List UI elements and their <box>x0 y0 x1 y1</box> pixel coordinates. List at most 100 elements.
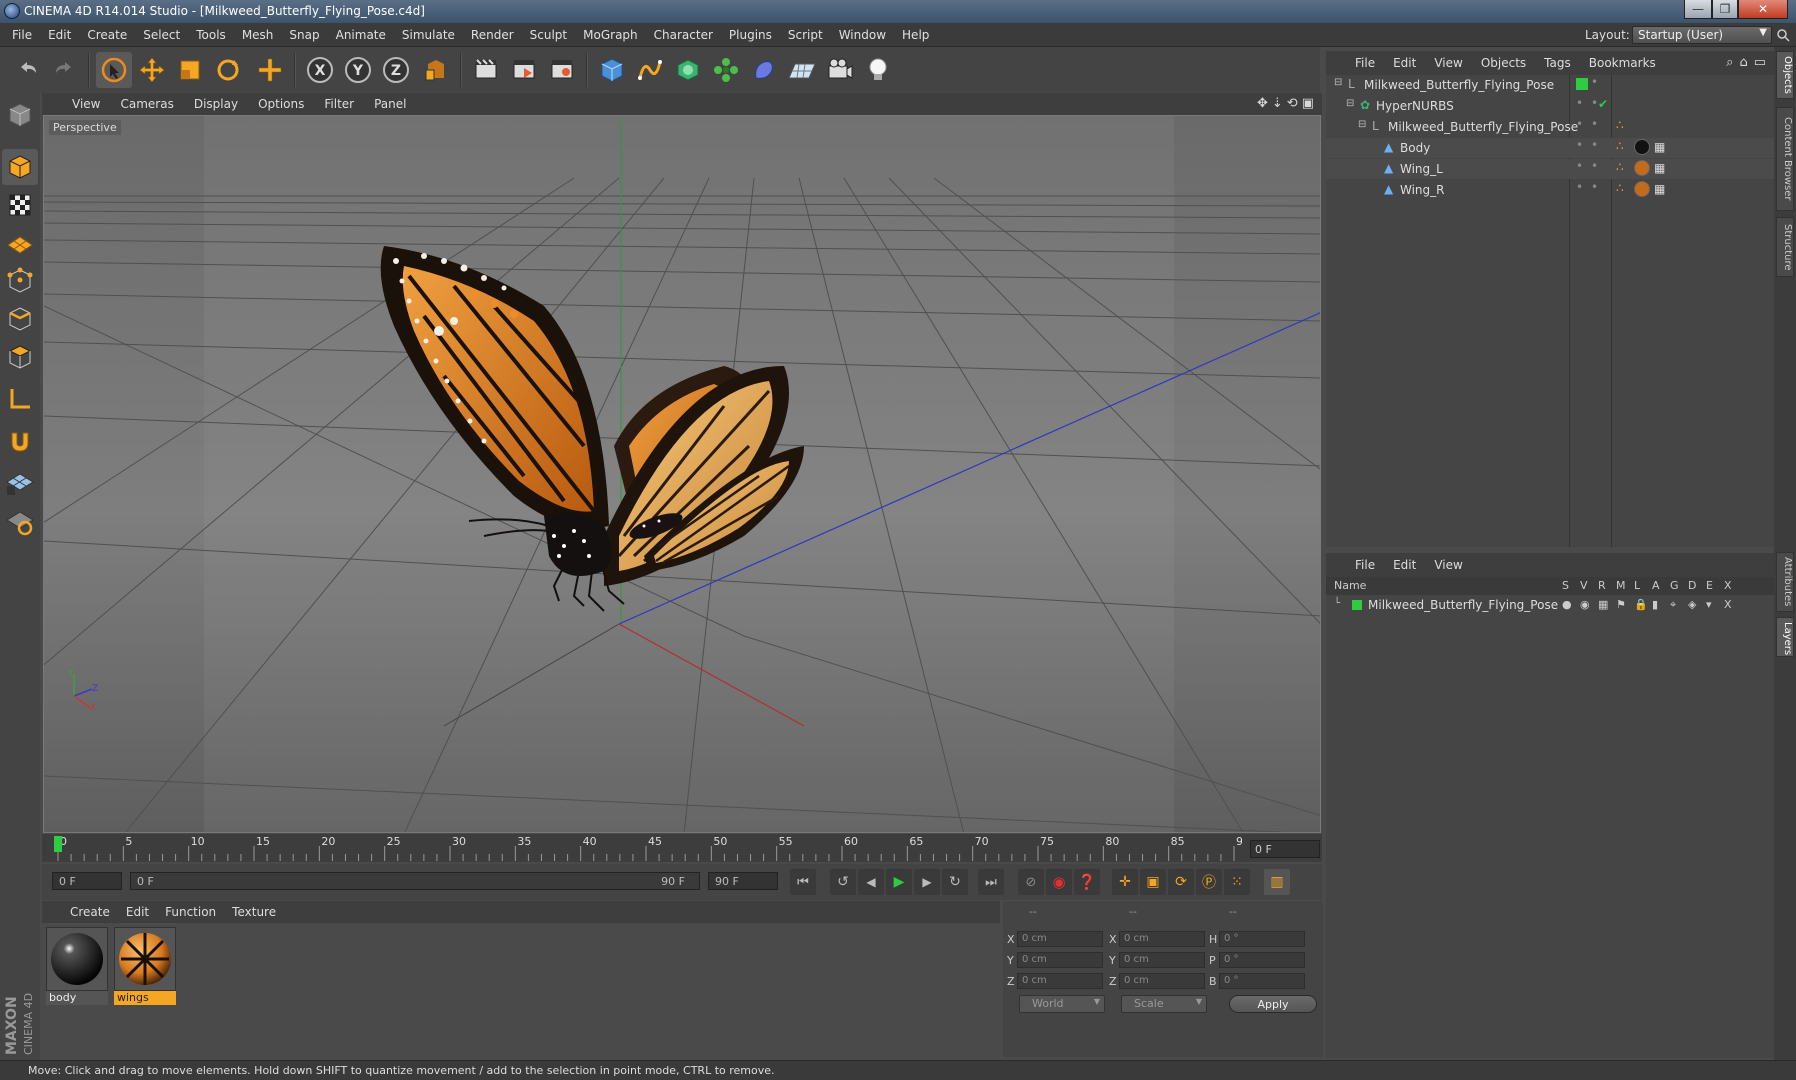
next-frame-icon[interactable]: ▶ <box>914 869 940 895</box>
viewport-menu-cameras[interactable]: Cameras <box>110 97 183 111</box>
workplane-icon[interactable] <box>2 225 38 261</box>
move-icon[interactable] <box>134 52 170 88</box>
viewport-menu-display[interactable]: Display <box>184 97 248 111</box>
x-axis-icon[interactable]: X <box>302 52 338 88</box>
expand-toggle-icon[interactable]: ⊟ <box>1358 119 1366 130</box>
menu-file[interactable]: File <box>4 28 40 42</box>
layout-select[interactable]: Startup (User) ▼ <box>1632 26 1772 44</box>
layer-flag-s-icon[interactable]: ● <box>1562 598 1572 611</box>
coord-value-field[interactable]: 0 cm <box>1017 952 1103 968</box>
object-name[interactable]: Wing_R <box>1400 183 1445 197</box>
apply-button[interactable]: Apply <box>1229 995 1317 1013</box>
object-menu-view[interactable]: View <box>1425 56 1471 70</box>
object-name[interactable]: Milkweed_Butterfly_Flying_Pose <box>1388 120 1578 134</box>
layer-color-swatch[interactable] <box>1352 600 1362 610</box>
key-pla-icon[interactable]: ⁙ <box>1224 869 1250 895</box>
edit-render-settings-icon[interactable] <box>544 52 580 88</box>
object-row[interactable]: ▲ Wing_R • • ∴ ▦ <box>1326 180 1774 200</box>
render-dot-icon[interactable]: • <box>1591 117 1598 131</box>
phong-tag-icon[interactable]: ∴ <box>1616 118 1624 132</box>
tab-attributes[interactable]: Attributes <box>1776 552 1794 612</box>
render-dot-icon[interactable]: • <box>1591 159 1598 173</box>
layer-column-r[interactable]: R <box>1598 579 1606 592</box>
menu-select[interactable]: Select <box>135 28 188 42</box>
go-to-end-icon[interactable]: ⏭ <box>978 869 1004 895</box>
material-body[interactable]: body <box>46 927 108 1007</box>
layer-flag-r-icon[interactable]: ▦ <box>1598 598 1608 611</box>
menu-snap[interactable]: Snap <box>281 28 327 42</box>
material-menu-texture[interactable]: Texture <box>224 905 284 919</box>
material-menu-function[interactable]: Function <box>157 905 224 919</box>
object-name[interactable]: HyperNURBS <box>1376 99 1454 113</box>
menu-character[interactable]: Character <box>646 28 721 42</box>
material-wings[interactable]: wings <box>114 927 176 1007</box>
layer-column-d[interactable]: D <box>1688 579 1696 592</box>
play-icon[interactable]: ▶ <box>886 869 912 895</box>
layer-flag-d-icon[interactable]: ◈ <box>1688 598 1696 611</box>
playhead[interactable] <box>54 836 62 852</box>
y-axis-icon[interactable]: Y <box>340 52 376 88</box>
polygons-mode-icon[interactable] <box>2 339 38 375</box>
object-menu-objects[interactable]: Objects <box>1472 56 1535 70</box>
uvw-tag-icon[interactable]: ▦ <box>1654 182 1665 196</box>
key-rotation-icon[interactable]: ⟳ <box>1168 869 1194 895</box>
material-menu-create[interactable]: Create <box>62 905 118 919</box>
motion-path-icon[interactable]: ⊘ <box>1018 869 1044 895</box>
layer-menu-edit[interactable]: Edit <box>1384 558 1425 572</box>
viewport-menu-filter[interactable]: Filter <box>314 97 364 111</box>
maximize-button[interactable]: ❐ <box>1712 0 1738 19</box>
menu-animate[interactable]: Animate <box>328 28 394 42</box>
key-scale-icon[interactable]: ▣ <box>1140 869 1166 895</box>
menu-help[interactable]: Help <box>894 28 937 42</box>
camera-icon[interactable] <box>822 52 858 88</box>
material-menu-edit[interactable]: Edit <box>118 905 157 919</box>
layer-menu-view[interactable]: View <box>1425 558 1471 572</box>
render-picture-viewer-icon[interactable] <box>506 52 542 88</box>
object-menu-file[interactable]: File <box>1346 56 1384 70</box>
coord-value-field[interactable]: 0 cm <box>1119 952 1205 968</box>
layer-menu-file[interactable]: File <box>1346 558 1384 572</box>
menu-window[interactable]: Window <box>831 28 894 42</box>
visibility-dot-icon[interactable]: • <box>1576 117 1583 131</box>
layer-column-l[interactable]: L <box>1634 579 1640 592</box>
spline-pen-icon[interactable] <box>632 52 668 88</box>
layer-flag-e-icon[interactable]: ▾ <box>1706 598 1712 611</box>
panel-toggle-icon[interactable]: ▭ <box>1754 55 1766 70</box>
minimize-button[interactable]: — <box>1684 0 1712 19</box>
rotate-icon[interactable] <box>210 52 246 88</box>
uvw-tag-icon[interactable]: ▦ <box>1654 161 1665 175</box>
visibility-dot-icon[interactable]: • <box>1576 96 1583 110</box>
viewport-menu-options[interactable]: Options <box>248 97 314 111</box>
toggle-view-icon[interactable]: ▣ <box>1302 96 1314 111</box>
layer-flag-v-icon[interactable]: ◉ <box>1580 598 1590 611</box>
perspective-viewport[interactable]: Y Z X Perspective <box>43 115 1321 833</box>
uvw-tag-icon[interactable]: ▦ <box>1654 140 1665 154</box>
phong-tag-icon[interactable]: ∴ <box>1616 139 1624 153</box>
home-icon[interactable]: ⌂ <box>1739 55 1747 70</box>
zoom-view-icon[interactable]: ⇣ <box>1272 96 1283 111</box>
object-row[interactable]: ⊟ ✿ HyperNURBS • • ✔ <box>1326 96 1774 116</box>
points-mode-icon[interactable] <box>2 263 38 299</box>
coord-value-field[interactable]: 0 ° <box>1219 952 1305 968</box>
tab-structure[interactable]: Structure <box>1776 217 1794 277</box>
object-row[interactable]: ⊟LMilkweed_Butterfly_Flying_Pose■• <box>1326 75 1774 95</box>
start-frame-field[interactable]: 0 F <box>52 872 122 890</box>
layer-row[interactable]: └ Milkweed_Butterfly_Flying_Pose ● ◉ ▦ ⚑ 🔒 ▮ ⌖ ◈ ▾… <box>1326 595 1774 615</box>
layer-name[interactable]: Milkweed_Butterfly_Flying_Pose <box>1368 598 1558 612</box>
layer-column-v[interactable]: V <box>1580 579 1588 592</box>
menu-render[interactable]: Render <box>463 28 522 42</box>
snap-icon[interactable] <box>2 465 38 501</box>
object-row[interactable]: ▲ Body • • ∴ ▦ <box>1326 138 1774 158</box>
timeline-window-icon[interactable]: ▥ <box>1264 869 1290 895</box>
make-editable-icon[interactable] <box>2 97 38 133</box>
layer-flag-x-icon[interactable]: X <box>1724 598 1732 611</box>
phong-tag-icon[interactable]: ∴ <box>1616 181 1624 195</box>
phong-tag-icon[interactable]: ∴ <box>1616 160 1624 174</box>
layer-column-s[interactable]: S <box>1562 579 1569 592</box>
material-tag-icon[interactable] <box>1634 181 1650 197</box>
layer-column-e[interactable]: E <box>1706 579 1713 592</box>
recent-tool-icon[interactable] <box>252 52 288 88</box>
menu-tools[interactable]: Tools <box>188 28 234 42</box>
render-dot-icon[interactable]: • <box>1591 75 1598 89</box>
locked-workplane-icon[interactable] <box>2 503 38 539</box>
